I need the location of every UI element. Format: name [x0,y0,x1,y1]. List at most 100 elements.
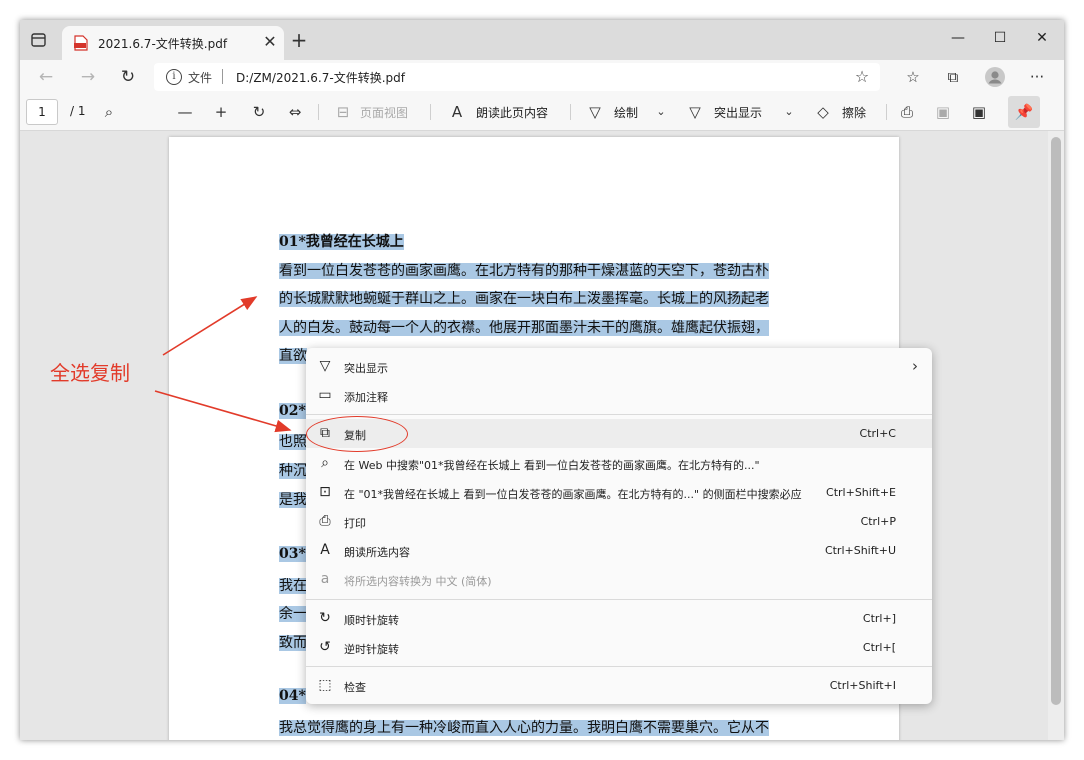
paragraph-heading[interactable]: 04* [279,688,306,704]
info-icon[interactable]: i [166,69,182,85]
zoom-out-icon[interactable]: — [174,101,196,123]
menu-item-inspect[interactable]: ⬚ 检查 Ctrl+Shift+I [306,671,932,700]
page-view-button[interactable]: 页面视图 [360,104,408,121]
text-line[interactable]: 的长城默默地蜿蜒于群山之上。画家在一块白布上泼墨挥毫。长城上的风扬起老 [279,288,769,308]
menu-item-label: 逆时针旋转 [344,643,399,656]
collections-icon[interactable]: ⧉ [940,65,966,89]
favorites-icon[interactable]: ☆ [900,65,926,89]
highlight-icon[interactable]: ▽ [684,101,706,123]
translate-icon: a [320,571,330,587]
new-tab-icon[interactable]: + [288,30,310,52]
paragraph-heading[interactable]: 02* [279,403,306,419]
menu-item-shortcut: Ctrl+Shift+I [829,679,896,692]
menu-item-label: 在 "01*我曾经在长城上 看到一位白发苍苍的画家画鹰。在北方特有的..." 的… [344,488,802,501]
toolbar-divider [318,104,319,120]
menu-divider [306,599,932,600]
back-icon[interactable]: ← [34,65,58,89]
maximize-icon[interactable]: ☐ [978,24,1022,52]
text-line[interactable]: 致而 [279,632,307,652]
menu-item-read-aloud[interactable]: A 朗读所选内容 Ctrl+Shift+U [306,536,932,565]
erase-button[interactable]: 擦除 [842,104,866,121]
fit-width-icon[interactable]: ⇔ [284,101,306,123]
zoom-in-icon[interactable]: + [210,101,232,123]
menu-item-rotate-cw[interactable]: ↻ 顺时针旋转 Ctrl+] [306,604,932,633]
context-menu: ▽ 突出显示 › ▭ 添加注释 ⧉ 复制 Ctrl+C ⌕ 在 Web 中搜索"… [306,348,932,704]
text-line[interactable]: 余一 [279,603,307,623]
find-icon[interactable]: ⌕ [98,101,120,123]
toolbar-divider [886,104,887,120]
text-line[interactable]: 我总觉得鹰的身上有一种冷峻而直入人心的力量。我明白鹰不需要巢穴。它从不 [279,717,769,737]
toolbar-divider [570,104,571,120]
highlight-button[interactable]: 突出显示 [714,104,762,121]
pdf-toolbar: 1 / 1 ⌕ — + ↻ ⇔ ⊟ 页面视图 A 朗读此页内容 ▽ 绘制 ⌄ ▽… [20,94,1064,131]
forward-icon[interactable]: → [76,65,100,89]
menu-item-label: 打印 [344,517,366,530]
menu-item-label: 朗读所选内容 [344,546,410,559]
text-line[interactable]: 我在 [279,575,307,595]
draw-button[interactable]: 绘制 [614,104,638,121]
address-divider [222,69,223,84]
tab-pdf[interactable]: 2021.6.7-文件转换.pdf ✕ [62,26,284,60]
url-scheme: 文件 [188,71,213,85]
chevron-down-icon[interactable]: ⌄ [778,101,800,123]
profile-avatar-icon[interactable] [982,65,1008,89]
copy-highlight-ellipse [306,416,408,452]
more-menu-icon[interactable]: ··· [1024,65,1050,89]
draw-icon[interactable]: ▽ [584,101,606,123]
page-view-icon[interactable]: ⊟ [332,101,354,123]
menu-divider [306,666,932,667]
chevron-down-icon[interactable]: ⌄ [650,101,672,123]
rotate-icon[interactable]: ↻ [248,101,270,123]
menu-item-sidebar-search[interactable]: ⊡ 在 "01*我曾经在长城上 看到一位白发苍苍的画家画鹰。在北方特有的..."… [306,478,932,507]
save-as-icon[interactable]: ▣ [968,101,990,123]
menu-item-label: 突出显示 [344,362,388,375]
annotation-label: 全选复制 [50,361,130,385]
comment-icon: ▭ [318,387,332,403]
save-icon[interactable]: ▣ [932,101,954,123]
highlighter-icon: ▽ [319,358,331,374]
toolbar-divider [430,104,431,120]
paragraph-heading[interactable]: 01*我曾经在长城上 [279,231,404,251]
menu-item-shortcut: Ctrl+[ [862,641,896,654]
text-line[interactable]: 人的白发。鼓动每一个人的衣襟。他展开那面墨汁未干的鹰旗。雄鹰起伏振翅， [279,317,769,337]
print-icon[interactable]: ⎙ [896,101,918,123]
scrollbar-thumb[interactable] [1051,137,1061,705]
paragraph-heading[interactable]: 03* [279,546,306,562]
menu-item-shortcut: Ctrl+Shift+U [824,544,896,557]
read-aloud-button[interactable]: 朗读此页内容 [476,104,548,121]
text-line[interactable]: 也照 [279,431,307,451]
text-line[interactable]: 看到一位白发苍苍的画家画鹰。在北方特有的那种干燥湛蓝的天空下，苍劲古朴 [279,260,769,280]
tab-close-icon[interactable]: ✕ [260,32,280,52]
menu-item-shortcut: Ctrl+] [862,612,896,625]
menu-item-shortcut: Ctrl+Shift+E [826,486,896,499]
url-text[interactable]: D:/ZM/2021.6.7-文件转换.pdf [236,69,405,86]
page-number-input[interactable]: 1 [26,99,58,125]
add-favorite-icon[interactable]: ☆ [852,67,872,87]
inspect-icon: ⬚ [318,677,332,693]
minimize-icon[interactable]: — [936,24,980,52]
refresh-icon[interactable]: ↻ [116,65,140,89]
text-line[interactable]: 是我 [279,489,307,509]
sidebar-search-icon: ⊡ [319,484,331,500]
menu-item-rotate-ccw[interactable]: ↺ 逆时针旋转 Ctrl+[ [306,633,932,662]
read-aloud-icon[interactable]: A [446,101,468,123]
text-line[interactable]: 种沉 [279,460,307,480]
text-line[interactable]: 直欲 [279,345,307,365]
page-total: / 1 [70,104,86,118]
eraser-icon[interactable]: ◇ [812,101,834,123]
menu-item-print[interactable]: ⎙ 打印 Ctrl+P [306,507,932,536]
menu-item-label: 在 Web 中搜索"01*我曾经在长城上 看到一位白发苍苍的画家画鹰。在北方特有… [344,459,760,472]
address-bar[interactable]: i 文件 D:/ZM/2021.6.7-文件转换.pdf ☆ [154,63,880,91]
menu-item-web-search[interactable]: ⌕ 在 Web 中搜索"01*我曾经在长城上 看到一位白发苍苍的画家画鹰。在北方… [306,449,932,478]
menu-item-shortcut: Ctrl+C [859,427,896,440]
menu-item-label: 顺时针旋转 [344,614,399,627]
menu-item-add-comment[interactable]: ▭ 添加注释 [306,381,932,410]
menu-item-shortcut: Ctrl+P [860,515,896,528]
rotate-cw-icon: ↻ [319,610,331,626]
vertical-scrollbar[interactable] [1048,131,1064,740]
close-window-icon[interactable]: ✕ [1020,24,1064,52]
tab-actions-icon[interactable] [30,32,48,48]
pin-toolbar-icon[interactable]: 📌 [1008,96,1040,128]
menu-item-label: 将所选内容转换为 中文 (简体) [344,575,492,588]
menu-item-highlight[interactable]: ▽ 突出显示 › [306,352,932,381]
